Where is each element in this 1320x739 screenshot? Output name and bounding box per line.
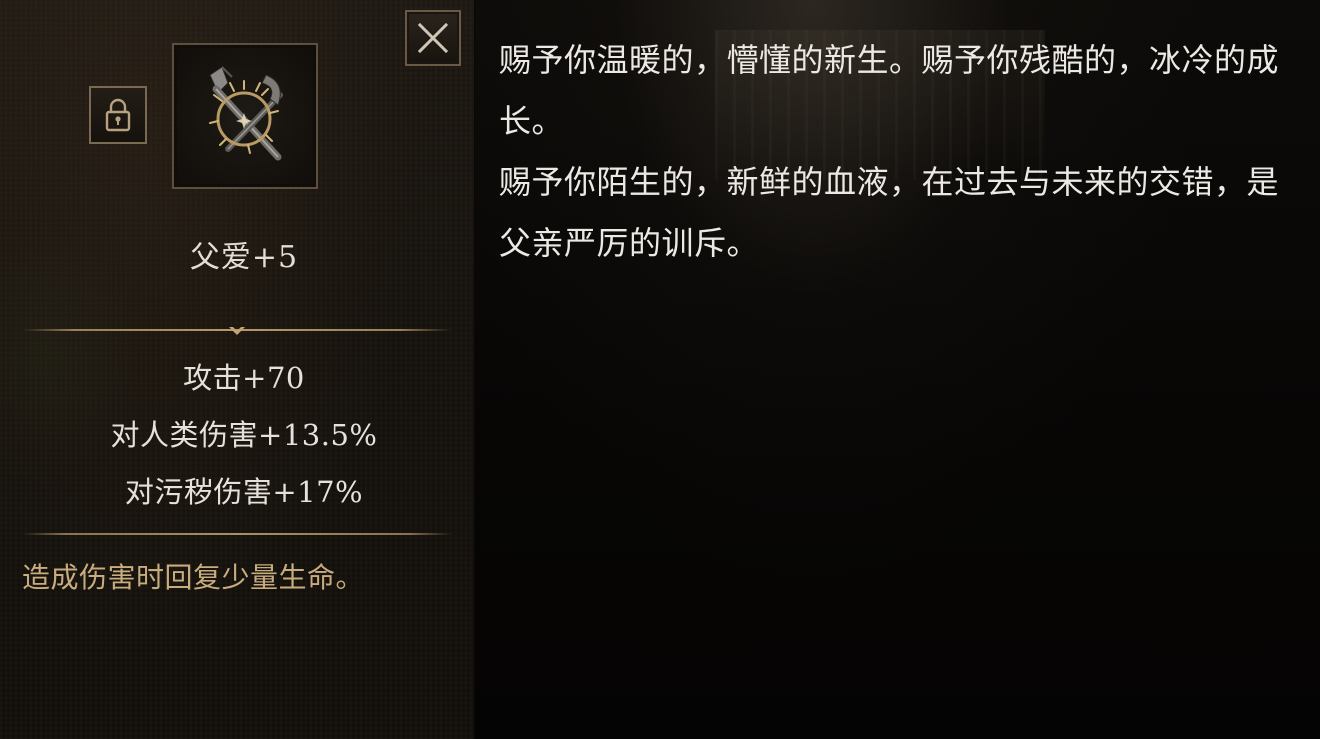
lore-paragraph: 赐予你温暖的，懵懂的新生。赐予你残酷的，冰冷的成长。 xyxy=(499,41,1280,140)
divider-ornament-icon xyxy=(229,327,245,335)
item-icon-frame xyxy=(172,43,318,189)
stat-damage-vs-human: 对人类伤害+13.5% xyxy=(110,418,378,452)
item-info-panel: 父爱+5 攻击+70 对人类伤害+13.5% 对污秽伤害+17% 造成伤害时回复… xyxy=(0,0,475,739)
section-divider xyxy=(22,527,452,541)
lock-icon xyxy=(105,98,131,132)
item-effect: 造成伤害时回复少量生命。 xyxy=(22,561,365,594)
close-button[interactable] xyxy=(405,10,461,66)
thorn-wreath-blades-icon xyxy=(209,66,283,161)
item-detail-screen: 父爱+5 攻击+70 对人类伤害+13.5% 对污秽伤害+17% 造成伤害时回复… xyxy=(0,0,1320,739)
lock-button[interactable] xyxy=(89,86,147,144)
lore-text: 赐予你温暖的，懵懂的新生。赐予你残酷的，冰冷的成长。 赐予你陌生的，新鲜的血液，… xyxy=(499,30,1299,274)
ornamental-divider xyxy=(22,323,452,337)
stat-attack: 攻击+70 xyxy=(183,361,305,395)
lore-panel: 赐予你温暖的，懵懂的新生。赐予你残酷的，冰冷的成长。 赐予你陌生的，新鲜的血液，… xyxy=(475,0,1320,739)
lore-paragraph: 赐予你陌生的，新鲜的血液，在过去与未来的交错，是父亲严厉的训斥。 xyxy=(499,163,1280,262)
close-icon xyxy=(417,22,449,54)
item-stats: 攻击+70 对人类伤害+13.5% 对污秽伤害+17% xyxy=(0,350,488,521)
item-name: 父爱+5 xyxy=(189,240,299,275)
stat-damage-vs-filth: 对污秽伤害+17% xyxy=(124,475,364,509)
